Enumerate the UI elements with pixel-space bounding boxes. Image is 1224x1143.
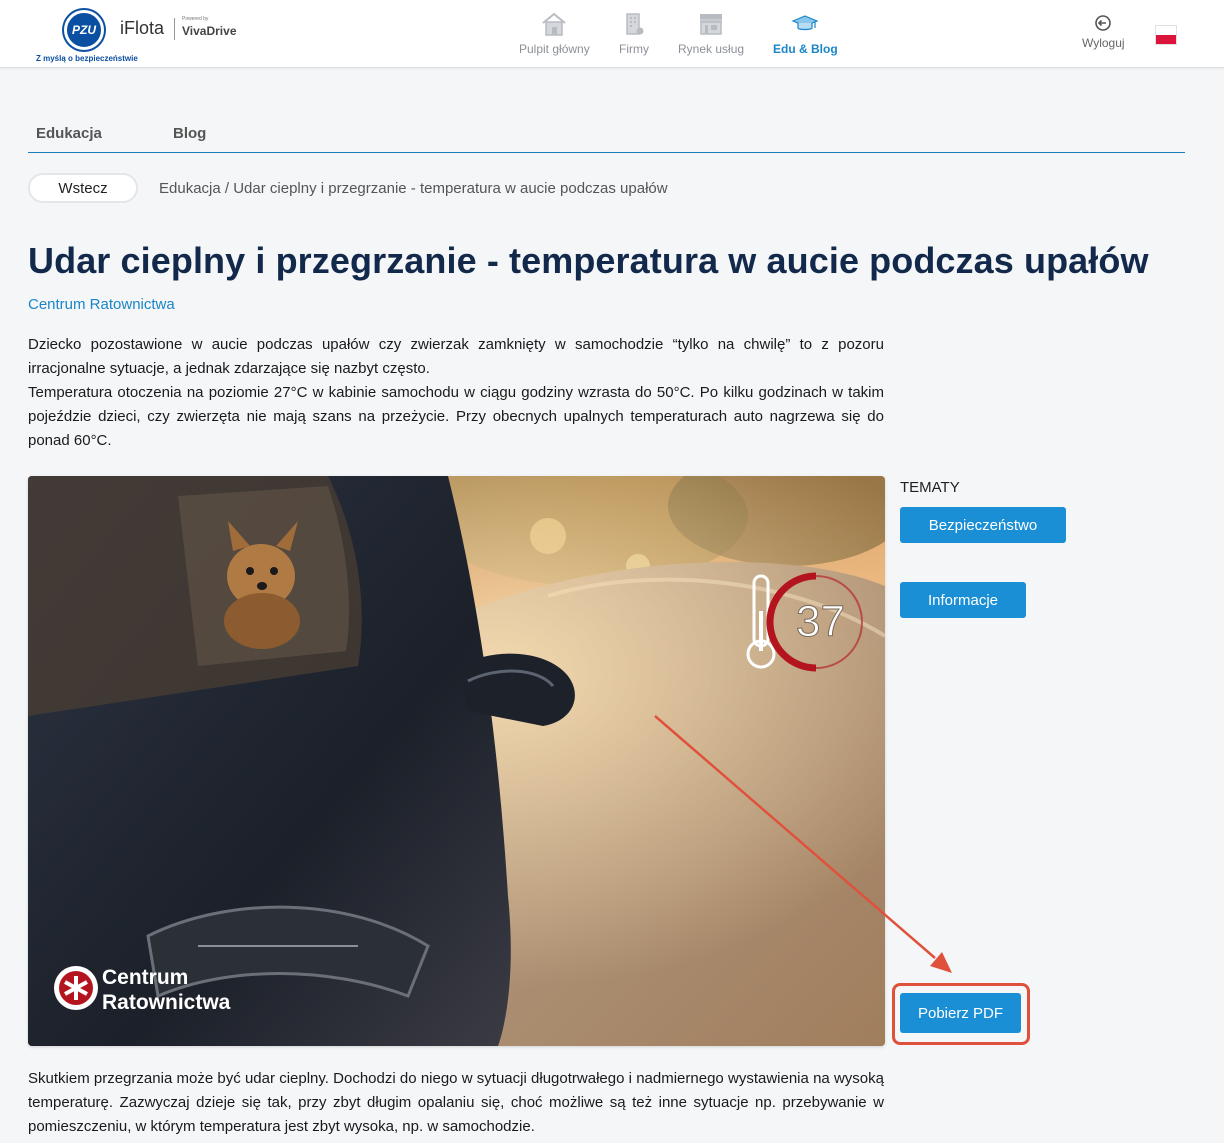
- nav-item-companies[interactable]: Firmy: [619, 12, 649, 56]
- back-button[interactable]: Wstecz: [28, 173, 138, 203]
- intro-paragraph: Temperatura otoczenia na poziomie 27°C w…: [28, 384, 884, 449]
- nav-label: Pulpit główny: [519, 42, 590, 56]
- nav-label: Firmy: [619, 42, 649, 56]
- temperature-badge-number: 37: [796, 597, 845, 646]
- article-image: 37 Centrum Ratownictwa: [28, 476, 885, 1046]
- article-intro: Dziecko pozostawione w aucie podczas upa…: [28, 333, 884, 453]
- page-title: Udar cieplny i przegrzanie - temperatura…: [28, 240, 1149, 281]
- nav-item-dashboard[interactable]: Pulpit główny: [519, 12, 590, 56]
- topic-button-information[interactable]: Informacje: [900, 582, 1026, 618]
- home-icon: [542, 12, 566, 36]
- nav-item-edu-blog[interactable]: Edu & Blog: [773, 12, 838, 56]
- nav-label: Rynek usług: [678, 42, 745, 56]
- topic-button-safety[interactable]: Bezpieczeństwo: [900, 507, 1066, 543]
- watermark-line2: Ratownictwa: [102, 991, 231, 1014]
- tab-edukacja[interactable]: Edukacja: [36, 125, 102, 142]
- logout-icon: [1095, 15, 1112, 31]
- building-icon: [626, 13, 644, 35]
- tab-blog[interactable]: Blog: [173, 125, 206, 142]
- graduation-cap-icon: [791, 15, 819, 31]
- brand-logo[interactable]: PZU Z myślą o bezpieczeństwie iFlota Pow…: [34, 8, 254, 64]
- content-tabs: Edukacja Blog: [28, 112, 1185, 153]
- logout-label: Wyloguj: [1082, 36, 1125, 50]
- source-link[interactable]: Centrum Ratownictwa: [28, 296, 175, 313]
- nav-label: Edu & Blog: [773, 42, 838, 56]
- top-navigation-bar: PZU Z myślą o bezpieczeństwie iFlota Pow…: [0, 0, 1224, 68]
- polish-flag-icon[interactable]: [1155, 25, 1177, 45]
- watermark-line1: Centrum: [102, 966, 188, 989]
- nav-item-services-market[interactable]: Rynek usług: [678, 12, 744, 56]
- download-pdf-button[interactable]: Pobierz PDF: [900, 993, 1021, 1033]
- app-name: iFlota: [120, 18, 165, 38]
- brand-divider: [174, 18, 175, 40]
- intro-paragraph: Dziecko pozostawione w aucie podczas upa…: [28, 336, 884, 377]
- logout-button[interactable]: Wyloguj: [1082, 14, 1125, 50]
- powered-by-label: Powered by: [182, 16, 209, 22]
- pzu-logo: PZU: [64, 10, 104, 50]
- article-body: Skutkiem przegrzania może być udar ciepl…: [28, 1070, 884, 1135]
- brand-tagline: Z myślą o bezpieczeństwie: [36, 54, 138, 63]
- breadcrumb: Edukacja / Udar cieplny i przegrzanie - …: [159, 180, 668, 197]
- partner-logo: VivaDrive: [182, 24, 237, 38]
- topics-heading: TEMATY: [900, 479, 960, 496]
- store-icon: [700, 14, 723, 35]
